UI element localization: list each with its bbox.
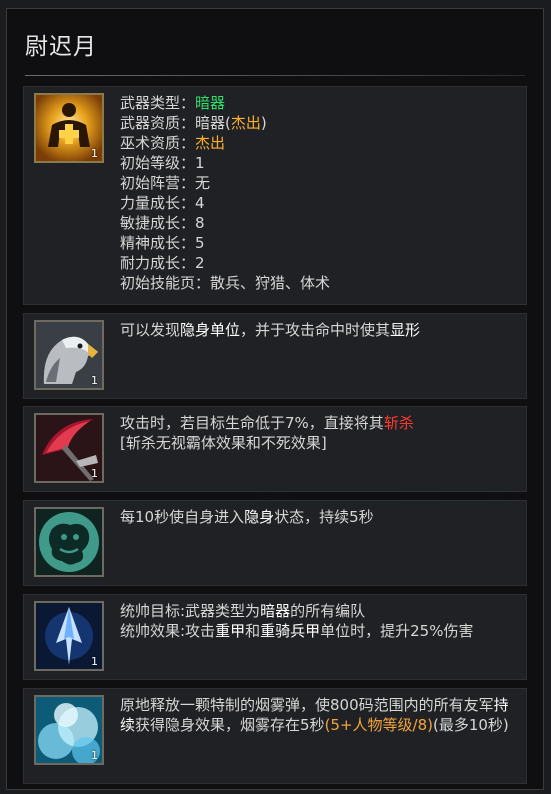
icon-level: 1 — [91, 147, 98, 160]
label: 初始技能页： — [120, 274, 211, 292]
skill-icon[interactable] — [34, 507, 104, 577]
value: 5 — [195, 234, 205, 252]
text: [斩杀无视霸体效果和不死效果] — [120, 434, 327, 452]
skill-icon[interactable]: 1 — [34, 695, 104, 765]
label: 武器资质： — [120, 114, 196, 132]
skill-line: 统帅目标:武器类型为暗器的所有编队 — [120, 601, 518, 621]
skill-icon[interactable]: 1 — [34, 413, 104, 483]
character-icon[interactable]: 1 — [34, 93, 104, 163]
value: 散兵、狩猎、体术 — [210, 274, 331, 292]
value: 杰出 — [195, 134, 226, 152]
text: 获得隐身效果，烟雾存在5秒 — [135, 716, 325, 734]
label: 初始等级： — [120, 154, 196, 172]
skill-command: 1 统帅目标:武器类型为暗器的所有编队 统帅效果:攻击重甲和重骑兵甲单位时，提升… — [23, 594, 527, 680]
skill-page-line: 初始技能页：散兵、狩猎、体术 — [120, 273, 518, 293]
character-info-section: 1 武器类型：暗器 武器资质：暗器(杰出) 巫术资质：杰出 初始等级：1 初始阵… — [23, 86, 527, 305]
title-divider — [25, 75, 525, 76]
skill-description: 攻击时，若目标生命低于7%，直接将其斩杀 [斩杀无视霸体效果和不死效果] — [120, 413, 518, 453]
keyword: 隐身单位 — [180, 321, 241, 339]
weapon-type-line: 武器类型：暗器 — [120, 93, 518, 113]
skill-description: 每10秒使自身进入隐身状态，持续5秒 — [120, 507, 518, 527]
icon-level: 1 — [91, 467, 98, 480]
text: 原地释放一颗特制的烟雾弹，使800码范围内的所有友军 — [120, 696, 494, 714]
label: 精神成长： — [120, 234, 196, 252]
text: 统帅效果:攻击 — [120, 622, 216, 640]
skill-detect-stealth: 1 可以发现隐身单位，并于攻击命中时使其显形 — [23, 313, 527, 399]
keyword: 重骑兵甲 — [260, 622, 321, 640]
label: 巫术资质： — [120, 134, 196, 152]
value: 8 — [195, 214, 205, 232]
init-camp-line: 初始阵营：无 — [120, 173, 518, 193]
skill-icon[interactable]: 1 — [34, 601, 104, 671]
character-name: 尉迟月 — [25, 34, 97, 60]
str-growth-line: 力量成长：4 — [120, 193, 518, 213]
tooltip-panel: 尉迟月 1 武器类型：暗器 武器资质：暗器(杰出) 巫术资质：杰出 初始等级：1… — [6, 8, 544, 790]
value: 暗器 — [195, 94, 226, 112]
icon-level: 1 — [91, 749, 98, 762]
skill-description: 统帅目标:武器类型为暗器的所有编队 统帅效果:攻击重甲和重骑兵甲单位时，提升25… — [120, 601, 518, 641]
text: 可以发现 — [120, 321, 181, 339]
text: 统帅目标:武器类型为 — [120, 602, 261, 620]
keyword: 暗器 — [260, 602, 291, 620]
agi-growth-line: 敏捷成长：8 — [120, 213, 518, 233]
value: 1 — [195, 154, 205, 172]
value: 2 — [195, 254, 205, 272]
skill-description: 可以发现隐身单位，并于攻击命中时使其显形 — [120, 320, 518, 340]
value: 4 — [195, 194, 205, 212]
icon-level: 1 — [91, 655, 98, 668]
skill-smoke-bomb: 1 原地释放一颗特制的烟雾弹，使800码范围内的所有友军持续获得隐身效果，烟雾存… — [23, 688, 527, 784]
text: 和 — [245, 622, 261, 640]
skill-line: 统帅效果:攻击重甲和重骑兵甲单位时，提升25%伤害 — [120, 621, 518, 641]
text: 状态，持续5秒 — [274, 508, 374, 526]
spi-growth-line: 精神成长：5 — [120, 233, 518, 253]
text: 单位时，提升25%伤害 — [320, 622, 474, 640]
skill-execute: 1 攻击时，若目标生命低于7%，直接将其斩杀 [斩杀无视霸体效果和不死效果] — [23, 406, 527, 492]
keyword: 显形 — [390, 321, 421, 339]
keyword: 隐身 — [244, 508, 275, 526]
keyword: 斩杀 — [383, 414, 414, 432]
skill-line: [斩杀无视霸体效果和不死效果] — [120, 433, 518, 453]
text: ，并于攻击命中时使其 — [240, 321, 391, 339]
end-growth-line: 耐力成长：2 — [120, 253, 518, 273]
skill-description: 原地释放一颗特制的烟雾弹，使800码范围内的所有友军持续获得隐身效果，烟雾存在5… — [120, 695, 518, 735]
value: 无 — [195, 174, 211, 192]
icon-level: 1 — [91, 374, 98, 387]
label: 敏捷成长： — [120, 214, 196, 232]
stealth-creature-icon — [36, 509, 102, 575]
label: 耐力成长： — [120, 254, 196, 272]
value: ) — [260, 114, 267, 132]
skill-periodic-stealth: 每10秒使自身进入隐身状态，持续5秒 — [23, 500, 527, 586]
text: 的所有编队 — [290, 602, 366, 620]
weapon-quality-line: 武器资质：暗器(杰出) — [120, 113, 518, 133]
value: 暗器( — [195, 114, 231, 132]
init-level-line: 初始等级：1 — [120, 153, 518, 173]
character-stats: 武器类型：暗器 武器资质：暗器(杰出) 巫术资质：杰出 初始等级：1 初始阵营：… — [120, 93, 518, 293]
text: (最多10秒) — [432, 716, 509, 734]
label: 武器类型： — [120, 94, 196, 112]
text: 攻击时，若目标生命低于7%，直接将其 — [120, 414, 384, 432]
skill-line: 攻击时，若目标生命低于7%，直接将其斩杀 — [120, 413, 518, 433]
label: 初始阵营： — [120, 174, 196, 192]
label: 力量成长： — [120, 194, 196, 212]
formula: (5+人物等级/8) — [324, 716, 433, 734]
skill-icon[interactable]: 1 — [34, 320, 104, 390]
text: 每10秒使自身进入 — [120, 508, 245, 526]
magic-quality-line: 巫术资质：杰出 — [120, 133, 518, 153]
value-highlight: 杰出 — [230, 114, 261, 132]
keyword: 重甲 — [215, 622, 246, 640]
